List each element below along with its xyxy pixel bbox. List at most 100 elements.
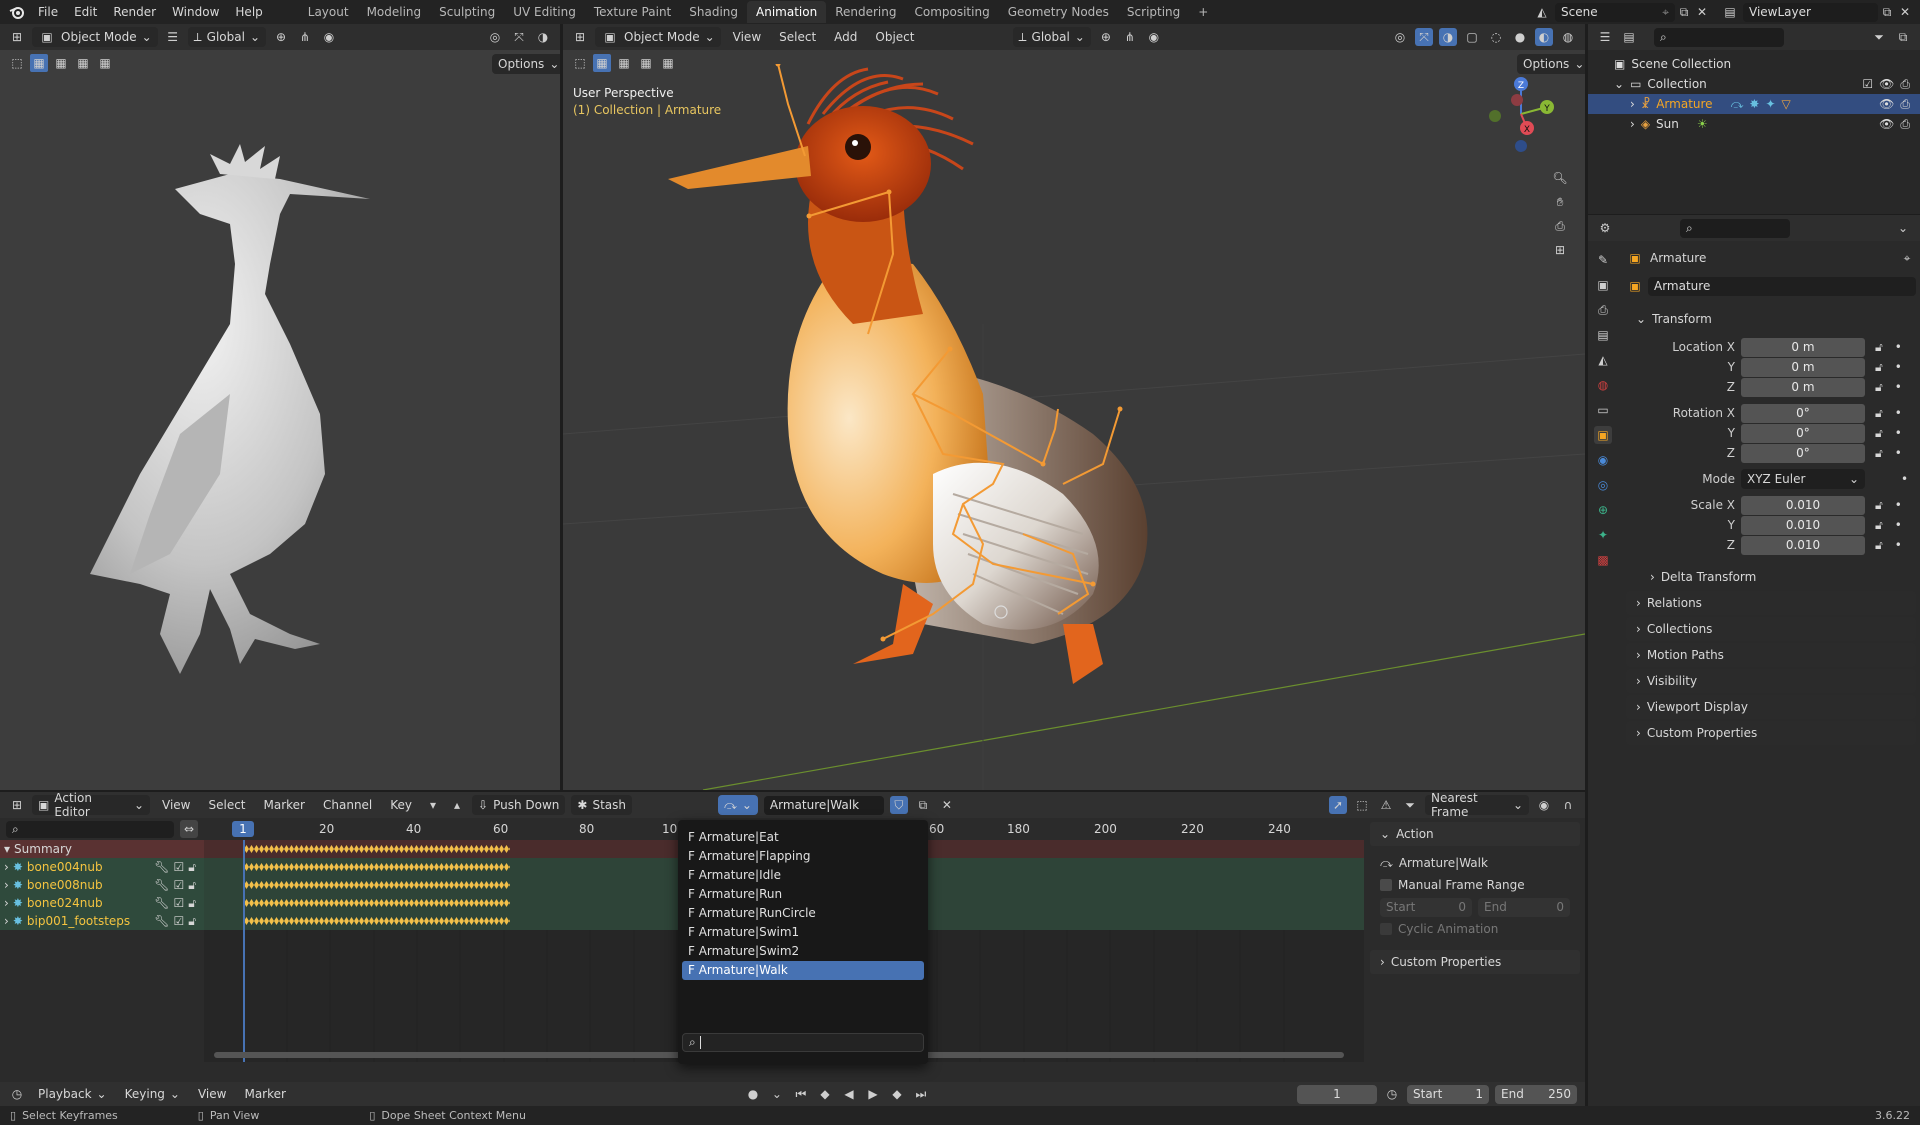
unlink-action-icon[interactable]: ✕ <box>938 796 956 814</box>
menu-render[interactable]: Render <box>105 0 164 24</box>
outliner-item-armature[interactable]: › ☧ Armature ⤼ ✸ ✦ ▽ 👁︎ ⎙ <box>1588 94 1920 114</box>
browse-action-button[interactable]: ⤼ ⌄ <box>718 795 758 815</box>
expand-arrow-icon[interactable]: › <box>4 860 9 874</box>
push-down-button[interactable]: ⇩ Push Down <box>472 795 566 815</box>
chevron-down-icon[interactable]: ⌄ <box>1894 219 1912 237</box>
motion-paths-panel-header[interactable]: › Motion Paths <box>1626 643 1916 667</box>
record-icon[interactable]: ● <box>744 1085 762 1103</box>
playback-menu[interactable]: Playback ⌄ <box>32 1084 113 1104</box>
scene-tab-icon[interactable]: ◭ <box>1594 351 1612 369</box>
gizmo-neg-x-icon[interactable] <box>1511 94 1523 106</box>
mode-dropdown[interactable]: ▣ Object Mode ⌄ <box>32 27 158 47</box>
tab-animation[interactable]: Animation <box>747 1 827 23</box>
action-item-flapping[interactable]: F Armature|Flapping <box>682 847 924 866</box>
camera-icon[interactable]: ⎙ <box>1551 217 1569 235</box>
keyframe-dot-icon[interactable]: • <box>1895 360 1902 374</box>
channel-search[interactable]: ⌕ <box>6 820 174 838</box>
orientation-dropdown[interactable]: ⟂ Global ⌄ <box>187 27 267 47</box>
snap-mode-dropdown[interactable]: Nearest Frame ⌄ <box>1425 791 1529 819</box>
lock-icon[interactable]: 🔓︎ <box>188 914 196 929</box>
pin-icon[interactable]: ⌖ <box>1662 5 1669 20</box>
collection-row[interactable]: ⌄ ▭ Collection ☑ 👁︎ ⎙ <box>1588 74 1920 94</box>
outliner-search[interactable]: ⌕ <box>1654 27 1784 47</box>
tab-scripting[interactable]: Scripting <box>1118 1 1189 23</box>
jump-start-icon[interactable]: ⏮ <box>792 1085 810 1103</box>
expand-arrow-icon[interactable]: ▾ <box>4 842 10 856</box>
main-viewport[interactable]: ⊞ ▣ Object Mode ⌄ View Select Add Object ⟂… <box>563 24 1585 790</box>
checkbox-icon[interactable]: ☑ <box>173 896 184 910</box>
menu-marker[interactable]: Marker <box>258 795 311 815</box>
eye-icon[interactable]: 👁︎ <box>1879 97 1894 111</box>
output-tab-icon[interactable]: ⎙ <box>1594 301 1612 319</box>
constraint-tab-icon[interactable]: ⊕ <box>1594 501 1612 519</box>
camera-icon[interactable]: ⎙ <box>1900 77 1910 92</box>
object-name-field[interactable]: Armature <box>1648 276 1916 296</box>
expand-arrow-icon[interactable]: › <box>4 878 9 892</box>
clock-icon[interactable]: ◷ <box>8 1085 26 1103</box>
channel-bone008nub[interactable]: › ✸ bone008nub 🔧︎ ☑ 🔓︎ <box>0 876 204 894</box>
modifier-icon[interactable]: ▽ <box>1782 97 1791 111</box>
lock-icon[interactable]: 🔓︎ <box>1875 406 1883 421</box>
wrench-icon[interactable]: 🔧︎ <box>154 860 169 874</box>
action-item-eat[interactable]: F Armature|Eat <box>682 828 924 847</box>
fake-user-shield-icon[interactable]: ⛉ <box>889 796 908 814</box>
rotation-z-field[interactable]: 0° <box>1741 443 1865 463</box>
ortho-grid-icon[interactable]: ⊞ <box>1551 241 1569 259</box>
new-view-layer-icon[interactable]: ⧉ <box>1878 3 1896 21</box>
filter-icon[interactable]: ⏷ <box>1401 796 1419 814</box>
menu-edit[interactable]: Edit <box>66 0 105 24</box>
select-tool-icon[interactable]: ⬚ <box>8 54 26 72</box>
checkbox-icon[interactable]: ☑ <box>173 878 184 892</box>
action-item-runcircle[interactable]: F Armature|RunCircle <box>682 904 924 923</box>
tool-tab-icon[interactable]: ✎ <box>1594 251 1612 269</box>
bone-icon[interactable]: ✦ <box>1765 97 1775 111</box>
select-cursor-icon[interactable]: ➚ <box>1329 796 1347 814</box>
wrench-icon[interactable]: 🔧︎ <box>154 878 169 892</box>
frame-end-field[interactable]: End 0 <box>1478 897 1570 917</box>
stash-button[interactable]: ✱ Stash <box>571 795 633 815</box>
pivot-icon[interactable]: ⊕ <box>272 28 290 46</box>
menu-help[interactable]: Help <box>227 0 270 24</box>
menu-file[interactable]: File <box>30 0 66 24</box>
tab-sculpting[interactable]: Sculpting <box>430 1 504 23</box>
proportional-edit-icon[interactable]: ◉ <box>1535 796 1553 814</box>
action-item-run[interactable]: F Armature|Run <box>682 885 924 904</box>
channel-bone024nub[interactable]: › ✸ bone024nub 🔧︎ ☑ 🔓︎ <box>0 894 204 912</box>
jump-end-icon[interactable]: ⏭ <box>912 1085 930 1103</box>
menu-marker[interactable]: Marker <box>238 1084 291 1104</box>
menu-key[interactable]: Key <box>384 795 418 815</box>
properties-search[interactable]: ⌕ <box>1680 218 1790 238</box>
layer-up-icon[interactable]: ▴ <box>448 796 466 814</box>
armature-data-tab-icon[interactable]: ✦ <box>1594 526 1612 544</box>
object-data-icon[interactable]: ▣ <box>1626 277 1644 295</box>
pan-hand-icon[interactable]: ✋︎ <box>1551 193 1569 211</box>
location-y-field[interactable]: 0 m <box>1741 357 1865 377</box>
display-mode-icon[interactable]: ▤ <box>1620 28 1638 46</box>
start-frame-field[interactable]: Start 1 <box>1407 1084 1489 1104</box>
preview-range-icon[interactable]: ◷ <box>1383 1085 1401 1103</box>
keyframe-dot-icon[interactable]: • <box>1895 340 1902 354</box>
tab-shading[interactable]: Shading <box>680 1 747 23</box>
visibility-icon[interactable]: ◎ <box>486 28 504 46</box>
lock-icon[interactable]: 🔓︎ <box>1875 340 1883 355</box>
view-layer-icon[interactable]: ▤ <box>1721 3 1739 21</box>
add-workspace-button[interactable]: + <box>1189 1 1217 23</box>
location-x-field[interactable]: 0 m <box>1741 337 1865 357</box>
tab-uv-editing[interactable]: UV Editing <box>504 1 585 23</box>
view-layer-field[interactable]: ViewLayer <box>1743 2 1878 22</box>
menu-icon[interactable]: ☰ <box>164 28 182 46</box>
scale-y-field[interactable]: 0.010 <box>1741 515 1865 535</box>
expand-arrow-icon[interactable]: ⌄ <box>1614 77 1624 91</box>
chevron-down-icon[interactable]: ⌄ <box>768 1085 786 1103</box>
viewport-display-panel-header[interactable]: › Viewport Display <box>1626 695 1916 719</box>
pose-icon[interactable]: ✸ <box>1749 97 1759 111</box>
texture-tab-icon[interactable]: ▩ <box>1594 551 1612 569</box>
lock-icon[interactable]: 🔓︎ <box>188 860 196 875</box>
tab-layout[interactable]: Layout <box>299 1 358 23</box>
play-reverse-icon[interactable]: ◀ <box>840 1085 858 1103</box>
editor-type-icon[interactable]: ⚙ <box>1596 219 1614 237</box>
action-item-swim1[interactable]: F Armature|Swim1 <box>682 923 924 942</box>
lock-icon[interactable]: 🔓︎ <box>1875 518 1883 533</box>
scale-x-field[interactable]: 0.010 <box>1741 495 1865 515</box>
play-icon[interactable]: ▶ <box>864 1085 882 1103</box>
